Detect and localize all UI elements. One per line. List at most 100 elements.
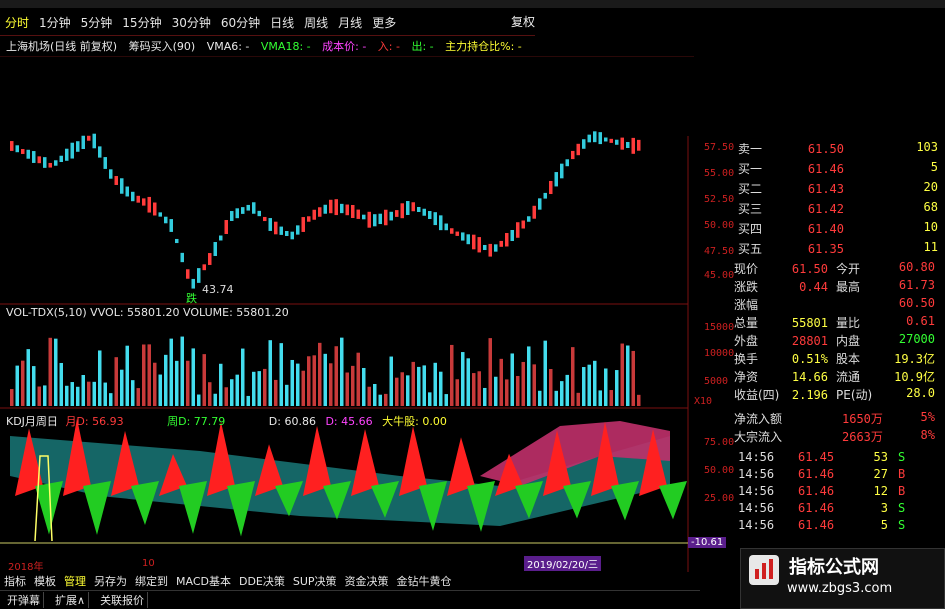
logo-url: www.zbgs3.com bbox=[787, 581, 893, 596]
orderbook-price: 61.46 bbox=[807, 162, 844, 176]
volume-bar bbox=[598, 390, 602, 406]
candle bbox=[389, 211, 393, 221]
candle bbox=[10, 141, 14, 151]
period-tab[interactable]: 15分钟 bbox=[122, 14, 161, 31]
period-tab[interactable]: 更多 bbox=[372, 14, 396, 31]
quote-label: 最高 bbox=[836, 280, 861, 294]
kdj-name: KDJ月周日 bbox=[6, 415, 58, 428]
flow-percent: 8% bbox=[920, 428, 935, 442]
toolbar-tab[interactable]: SUP决策 bbox=[293, 573, 337, 589]
tick-volume: 12 bbox=[873, 484, 888, 498]
candle bbox=[169, 219, 173, 232]
indicator-name: 筹码买入(90) bbox=[128, 40, 196, 53]
toolbar-tab[interactable]: 指标 bbox=[4, 573, 26, 589]
orderbook-row[interactable]: 买四 61.40 10 bbox=[738, 220, 938, 240]
extension-tab[interactable]: 关联报价 bbox=[97, 592, 149, 608]
candle bbox=[32, 151, 36, 163]
volume-bar bbox=[109, 393, 113, 406]
quote-value: 28.0 bbox=[906, 386, 935, 400]
quote-row: 换手 0.51% 股本 19.3亿 bbox=[734, 350, 939, 367]
orderbook-row[interactable]: 买五 61.35 11 bbox=[738, 240, 938, 260]
orderbook-price: 61.35 bbox=[807, 242, 844, 256]
period-tab[interactable]: 1分钟 bbox=[39, 14, 71, 31]
volume-bar bbox=[219, 363, 223, 406]
toolbar-tab[interactable]: 金钻牛黄仓 bbox=[397, 573, 452, 589]
tick-time: 14:56 bbox=[738, 501, 775, 515]
toolbar-tab[interactable]: 另存为 bbox=[94, 573, 127, 589]
fund-flow-row: 大宗流入 2663万 8% bbox=[734, 428, 939, 445]
extension-tab[interactable]: 扩展∧ bbox=[52, 592, 90, 608]
candle bbox=[26, 149, 30, 159]
volume-bar bbox=[241, 348, 245, 406]
candle bbox=[477, 237, 481, 253]
kdj-d-extra: D: 45.66 bbox=[325, 415, 373, 428]
volume-bar bbox=[395, 377, 399, 406]
orderbook-row[interactable]: 卖一 61.50 103 bbox=[738, 140, 938, 160]
volume-bar bbox=[279, 343, 283, 406]
period-tab-bar: 分时 1分钟 5分钟 15分钟 30分钟 60分钟 日线 周线 月线 更多 bbox=[0, 10, 535, 36]
volume-bar bbox=[87, 381, 91, 406]
volume-bar bbox=[422, 365, 426, 406]
quote-label: 涨跌 bbox=[734, 280, 759, 294]
quote-row: 总量 55801 量比 0.61 bbox=[734, 314, 939, 331]
volume-bar bbox=[21, 360, 25, 406]
toolbar-tab[interactable]: DDE决策 bbox=[239, 573, 285, 589]
volume-bar bbox=[329, 363, 333, 406]
tick-volume: 53 bbox=[873, 450, 888, 464]
period-tab[interactable]: 日线 bbox=[270, 14, 294, 31]
toolbar-tab[interactable]: MACD基本 bbox=[176, 573, 231, 589]
orderbook-label: 买一 bbox=[738, 162, 763, 176]
candle bbox=[626, 141, 630, 149]
candle bbox=[620, 137, 624, 150]
toolbar-tab[interactable]: 绑定到 bbox=[135, 573, 168, 589]
candle bbox=[422, 208, 426, 216]
orderbook-row[interactable]: 买三 61.42 68 bbox=[738, 200, 938, 220]
candle bbox=[191, 278, 195, 289]
volume-bar bbox=[593, 360, 597, 406]
period-tab[interactable]: 60分钟 bbox=[221, 14, 260, 31]
volume-bar bbox=[59, 362, 63, 406]
in-label: 入: - bbox=[377, 40, 400, 53]
period-tab[interactable]: 5分钟 bbox=[81, 14, 113, 31]
volume-bar bbox=[98, 350, 102, 406]
quote-value: 27000 bbox=[898, 332, 935, 346]
trade-tick-row: 14:56 61.45 53 S bbox=[738, 450, 938, 467]
flow-value: 2663万 bbox=[842, 430, 883, 444]
period-tab[interactable]: 分时 bbox=[5, 14, 29, 31]
volume-bar bbox=[340, 337, 344, 406]
period-tab[interactable]: 周线 bbox=[304, 14, 328, 31]
period-tab[interactable]: 月线 bbox=[338, 14, 362, 31]
fuquan-button[interactable]: 复权 bbox=[511, 13, 535, 30]
orderbook-row[interactable]: 买二 61.43 20 bbox=[738, 180, 938, 200]
volume-bar bbox=[510, 353, 514, 406]
candle bbox=[37, 156, 41, 164]
orderbook-volume: 11 bbox=[923, 240, 938, 254]
volume-bar bbox=[290, 359, 294, 406]
volume-bar bbox=[549, 369, 553, 406]
candle bbox=[587, 134, 591, 143]
candle bbox=[224, 220, 228, 234]
volume-bar bbox=[587, 364, 591, 406]
candle bbox=[241, 207, 245, 214]
volume-bar bbox=[213, 393, 217, 406]
candle bbox=[307, 216, 311, 222]
candle bbox=[576, 143, 580, 156]
candle bbox=[312, 209, 316, 220]
toolbar-tab[interactable]: 资金决策 bbox=[345, 573, 389, 589]
quote-value: 61.50 bbox=[791, 262, 828, 276]
extension-tab[interactable]: 开弹幕 bbox=[4, 592, 44, 608]
candle bbox=[125, 186, 129, 197]
quote-value: 28801 bbox=[791, 334, 828, 348]
volume-bar bbox=[334, 346, 338, 406]
toolbar-tab[interactable]: 管理 bbox=[64, 573, 86, 589]
kdj-fill-series bbox=[10, 418, 687, 542]
volume-bar bbox=[389, 356, 393, 406]
candle bbox=[48, 162, 52, 168]
toolbar-tab[interactable]: 模板 bbox=[34, 573, 56, 589]
quote-label: 现价 bbox=[734, 262, 759, 276]
candle bbox=[406, 201, 410, 215]
period-tab[interactable]: 30分钟 bbox=[172, 14, 211, 31]
orderbook-volume: 68 bbox=[923, 200, 938, 214]
orderbook-row[interactable]: 买一 61.46 5 bbox=[738, 160, 938, 180]
candle bbox=[257, 210, 261, 217]
